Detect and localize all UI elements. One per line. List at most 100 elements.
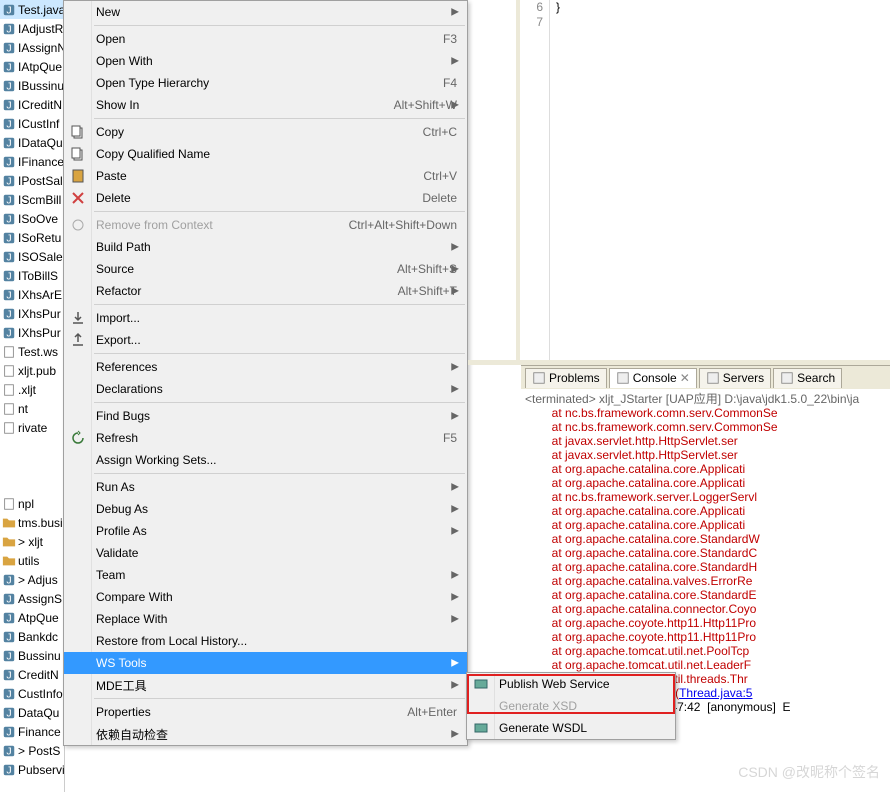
code-editor[interactable]: 6 7 } bbox=[520, 0, 890, 360]
tree-item[interactable]: J> PostS bbox=[0, 741, 64, 760]
tree-item[interactable]: JTest.java bbox=[0, 0, 64, 19]
close-icon[interactable]: ✕ bbox=[680, 371, 690, 385]
tree-item[interactable]: JIXhsPur bbox=[0, 323, 64, 342]
tab-servers[interactable]: Servers bbox=[699, 368, 771, 388]
tree-item[interactable]: npl bbox=[0, 494, 64, 513]
tree-item[interactable]: tms.busi bbox=[0, 513, 64, 532]
submenu-item-publish-web-service[interactable]: Publish Web Service bbox=[467, 673, 675, 695]
submenu-arrow-icon: ▶ bbox=[451, 56, 459, 67]
submenu-arrow-icon: ▶ bbox=[451, 729, 459, 740]
tab-problems[interactable]: Problems bbox=[525, 368, 607, 388]
tree-item[interactable]: JBankdc bbox=[0, 627, 64, 646]
tree-item[interactable]: xljt.pub bbox=[0, 361, 64, 380]
menu-item-import-[interactable]: Import... bbox=[64, 307, 467, 329]
tree-item[interactable]: JPubserviceForDBImpl RequiresNew.java bbox=[0, 760, 64, 779]
tree-item[interactable]: utils bbox=[0, 551, 64, 570]
wsdl-icon bbox=[473, 720, 489, 736]
tree-item[interactable]: .xljt bbox=[0, 380, 64, 399]
tree-item[interactable]: JIXhsArE bbox=[0, 285, 64, 304]
tree-item[interactable]: JIAdjustR bbox=[0, 19, 64, 38]
menu-item-restore-from-local-history-[interactable]: Restore from Local History... bbox=[64, 630, 467, 652]
menu-item-open-with[interactable]: Open With▶ bbox=[64, 50, 467, 72]
menu-item-run-as[interactable]: Run As▶ bbox=[64, 476, 467, 498]
menu-item-compare-with[interactable]: Compare With▶ bbox=[64, 586, 467, 608]
menu-item-mde-[interactable]: MDE工具▶ bbox=[64, 674, 467, 696]
menu-item-properties[interactable]: PropertiesAlt+Enter bbox=[64, 701, 467, 723]
tree-item[interactable] bbox=[0, 475, 64, 494]
tree-item[interactable]: JICreditN bbox=[0, 95, 64, 114]
tree-item[interactable]: JIBussinu bbox=[0, 76, 64, 95]
console-header: <terminated> xljt_JStarter [UAP应用] D:\ja… bbox=[521, 390, 890, 406]
project-tree[interactable]: JTest.javaJIAdjustRJIAssignNJIAtpQueJIBu… bbox=[0, 0, 65, 792]
tree-item[interactable]: JCustInfo bbox=[0, 684, 64, 703]
menu-item-refresh[interactable]: RefreshF5 bbox=[64, 427, 467, 449]
menu-item-source[interactable]: SourceAlt+Shift+S▶ bbox=[64, 258, 467, 280]
menu-item-build-path[interactable]: Build Path▶ bbox=[64, 236, 467, 258]
tree-label: Bussinu bbox=[18, 649, 61, 663]
tree-item[interactable]: JICustInf bbox=[0, 114, 64, 133]
tree-item[interactable]: JAssignS bbox=[0, 589, 64, 608]
tree-item[interactable]: JIPostSal bbox=[0, 171, 64, 190]
tree-item[interactable]: JISoRetu bbox=[0, 228, 64, 247]
svg-text:J: J bbox=[6, 650, 11, 662]
submenu-arrow-icon: ▶ bbox=[451, 526, 459, 537]
tree-item[interactable]: rivate bbox=[0, 418, 64, 437]
tree-item[interactable]: JFinance bbox=[0, 722, 64, 741]
menu-item-refactor[interactable]: RefactorAlt+Shift+T▶ bbox=[64, 280, 467, 302]
menu-item-delete[interactable]: DeleteDelete bbox=[64, 187, 467, 209]
menu-item-open[interactable]: OpenF3 bbox=[64, 28, 467, 50]
ws-tools-submenu: Publish Web ServiceGenerate XSDGenerate … bbox=[466, 672, 676, 740]
menu-item-copy[interactable]: CopyCtrl+C bbox=[64, 121, 467, 143]
tree-item[interactable]: JDataQu bbox=[0, 703, 64, 722]
copy-icon bbox=[70, 124, 86, 140]
tree-item[interactable]: J Bussinu bbox=[0, 646, 64, 665]
tree-item[interactable]: JCreditN bbox=[0, 665, 64, 684]
menu-item-find-bugs[interactable]: Find Bugs▶ bbox=[64, 405, 467, 427]
menu-item-replace-with[interactable]: Replace With▶ bbox=[64, 608, 467, 630]
submenu-item-generate-wsdl[interactable]: Generate WSDL bbox=[467, 717, 675, 739]
tree-item[interactable]: Test.ws bbox=[0, 342, 64, 361]
tab-console[interactable]: Console ✕ bbox=[609, 368, 697, 388]
svg-text:J: J bbox=[6, 726, 11, 738]
tree-item[interactable]: J> Adjus bbox=[0, 570, 64, 589]
tree-item[interactable]: JIDataQu bbox=[0, 133, 64, 152]
tree-item[interactable]: > xljt bbox=[0, 532, 64, 551]
menu-label: Restore from Local History... bbox=[96, 634, 457, 648]
tree-item[interactable] bbox=[0, 456, 64, 475]
submenu-arrow-icon: ▶ bbox=[451, 384, 459, 395]
menu-item-open-type-hierarchy[interactable]: Open Type HierarchyF4 bbox=[64, 72, 467, 94]
menu-item-declarations[interactable]: Declarations▶ bbox=[64, 378, 467, 400]
menu-item-paste[interactable]: PasteCtrl+V bbox=[64, 165, 467, 187]
menu-item-profile-as[interactable]: Profile As▶ bbox=[64, 520, 467, 542]
menu-item-show-in[interactable]: Show InAlt+Shift+W▶ bbox=[64, 94, 467, 116]
tab-search[interactable]: Search bbox=[773, 368, 842, 388]
menu-item-assign-working-sets-[interactable]: Assign Working Sets... bbox=[64, 449, 467, 471]
code-content[interactable]: } bbox=[556, 0, 560, 15]
svg-text:J: J bbox=[6, 574, 11, 586]
tree-item[interactable]: JIAtpQue bbox=[0, 57, 64, 76]
tab-label: Console bbox=[633, 371, 677, 385]
tree-item[interactable] bbox=[0, 437, 64, 456]
menu-item-ws-tools[interactable]: WS Tools▶ bbox=[64, 652, 467, 674]
menu-item-team[interactable]: Team▶ bbox=[64, 564, 467, 586]
tree-item[interactable]: JIScmBill bbox=[0, 190, 64, 209]
svg-text:J: J bbox=[6, 213, 11, 225]
tree-item[interactable]: JIAssignN bbox=[0, 38, 64, 57]
menu-item-new[interactable]: New▶ bbox=[64, 1, 467, 23]
svg-text:J: J bbox=[6, 327, 11, 339]
tree-label: ICustInf bbox=[18, 117, 59, 131]
tree-item[interactable]: JISOSale bbox=[0, 247, 64, 266]
menu-item-export-[interactable]: Export... bbox=[64, 329, 467, 351]
menu-item-validate[interactable]: Validate bbox=[64, 542, 467, 564]
menu-item-references[interactable]: References▶ bbox=[64, 356, 467, 378]
menu-item--[interactable]: 依赖自动检查▶ bbox=[64, 723, 467, 745]
tree-item[interactable]: JIXhsPur bbox=[0, 304, 64, 323]
menu-item-copy-qualified-name[interactable]: Copy Qualified Name bbox=[64, 143, 467, 165]
tree-item[interactable]: JIToBillS bbox=[0, 266, 64, 285]
tree-item[interactable]: JIFinance bbox=[0, 152, 64, 171]
tree-item[interactable]: JAtpQue bbox=[0, 608, 64, 627]
tree-item[interactable]: JISoOve bbox=[0, 209, 64, 228]
paste-icon bbox=[70, 168, 86, 184]
tree-item[interactable]: nt bbox=[0, 399, 64, 418]
menu-item-debug-as[interactable]: Debug As▶ bbox=[64, 498, 467, 520]
